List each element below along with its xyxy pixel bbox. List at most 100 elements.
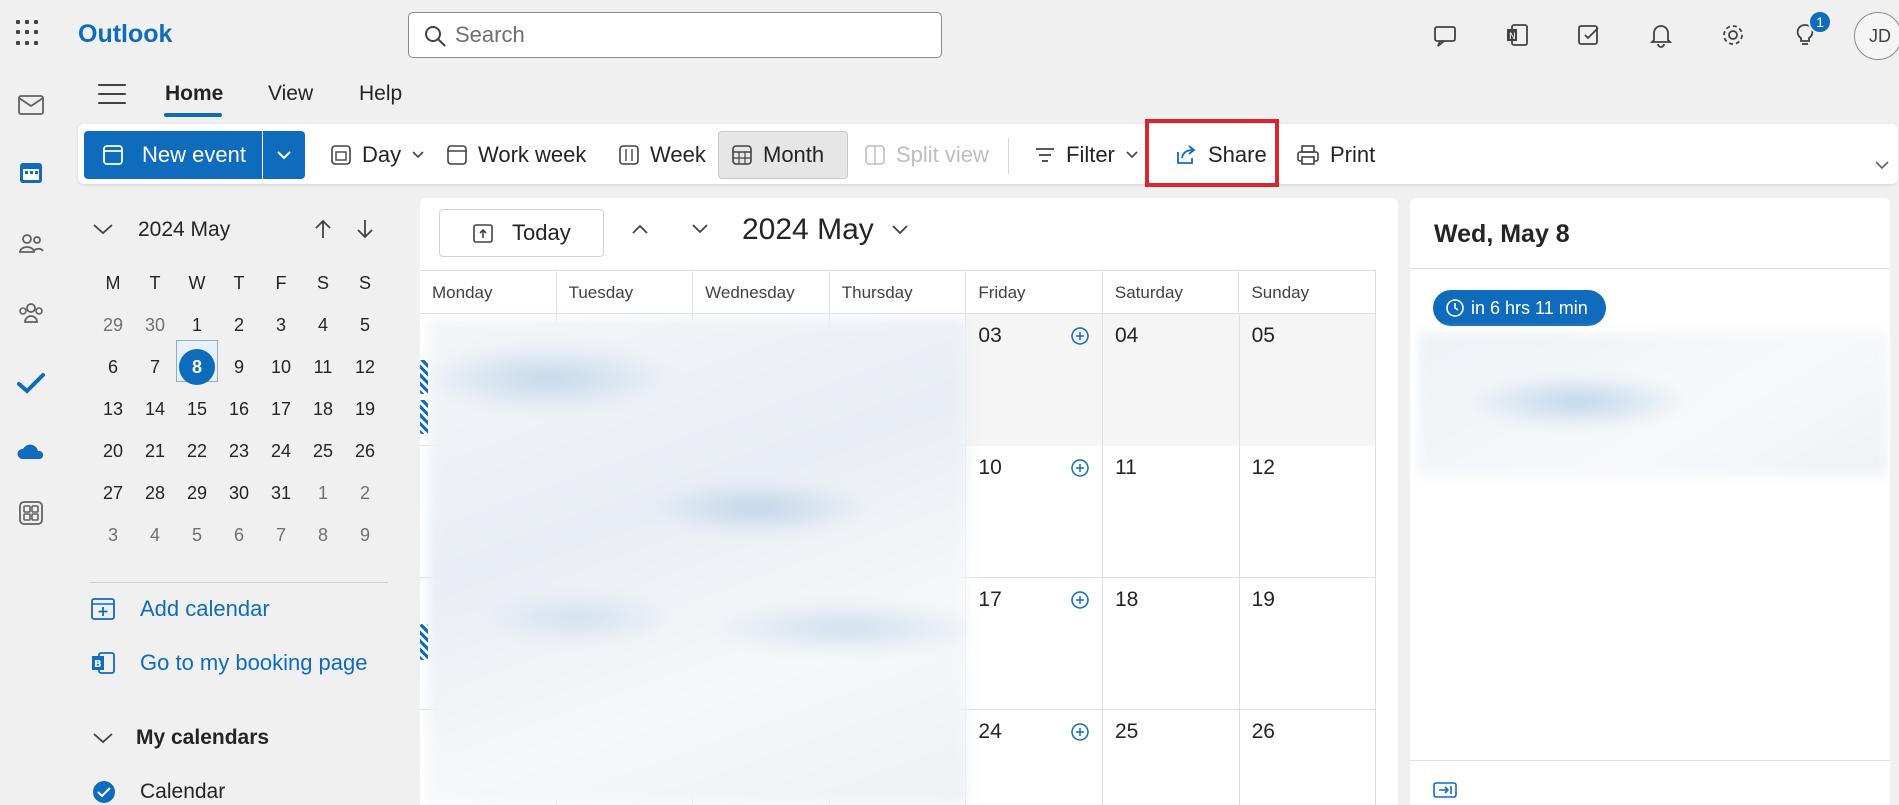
day-cell[interactable]: 12 bbox=[1240, 446, 1377, 578]
countdown-pill[interactable]: in 6 hrs 11 min bbox=[1433, 290, 1606, 326]
groups-icon[interactable] bbox=[12, 294, 50, 332]
day-cell[interactable]: 24 bbox=[966, 710, 1103, 805]
tab-home[interactable]: Home bbox=[165, 82, 223, 106]
search-box[interactable] bbox=[408, 12, 942, 58]
day-cell[interactable]: 26 bbox=[1240, 710, 1377, 805]
mini-day[interactable]: 31 bbox=[260, 472, 302, 514]
mini-day[interactable]: 18 bbox=[302, 388, 344, 430]
mini-day[interactable]: 9 bbox=[218, 346, 260, 388]
arrow-up-icon[interactable] bbox=[312, 218, 334, 240]
work-week-view-button[interactable]: Work week bbox=[434, 131, 598, 179]
next-month-chevron-icon[interactable] bbox=[690, 222, 710, 236]
mini-calendar-title[interactable]: 2024 May bbox=[138, 218, 230, 242]
booking-page-link[interactable]: B Go to my booking page bbox=[90, 650, 367, 676]
filter-button[interactable]: Filter bbox=[1022, 131, 1151, 179]
day-cell[interactable]: 17 bbox=[966, 578, 1103, 710]
mini-day[interactable]: 21 bbox=[134, 430, 176, 472]
todo-icon[interactable] bbox=[12, 364, 50, 402]
week-view-button[interactable]: Week bbox=[606, 131, 718, 179]
day-cell[interactable]: 11 bbox=[1103, 446, 1240, 578]
mini-day[interactable]: 25 bbox=[302, 430, 344, 472]
checkmark-circle-icon[interactable] bbox=[92, 780, 116, 804]
print-button[interactable]: Print bbox=[1284, 131, 1387, 179]
ribbon-expand-chevron-icon[interactable] bbox=[1874, 160, 1890, 170]
day-cell[interactable]: 03 bbox=[966, 314, 1103, 446]
mini-day[interactable]: 20 bbox=[92, 430, 134, 472]
mini-day[interactable]: 11 bbox=[302, 346, 344, 388]
add-event-icon[interactable] bbox=[1070, 458, 1090, 478]
mini-day[interactable]: 29 bbox=[92, 304, 134, 346]
month-title[interactable]: 2024 May bbox=[742, 213, 910, 247]
expand-pane-icon[interactable] bbox=[1432, 780, 1458, 800]
mail-icon[interactable] bbox=[12, 86, 50, 124]
gear-icon[interactable] bbox=[1716, 18, 1750, 52]
tab-help[interactable]: Help bbox=[359, 82, 402, 106]
onedrive-icon[interactable] bbox=[12, 432, 50, 470]
mini-day[interactable]: 12 bbox=[344, 346, 386, 388]
mini-day[interactable]: 19 bbox=[344, 388, 386, 430]
mini-day[interactable]: 23 bbox=[218, 430, 260, 472]
people-icon[interactable] bbox=[12, 224, 50, 262]
avatar[interactable]: JD bbox=[1854, 12, 1899, 60]
mini-day[interactable]: 7 bbox=[260, 514, 302, 556]
mini-day[interactable]: 3 bbox=[92, 514, 134, 556]
mini-day[interactable]: 3 bbox=[260, 304, 302, 346]
mini-day[interactable]: 2 bbox=[218, 304, 260, 346]
tab-view[interactable]: View bbox=[268, 82, 313, 106]
mini-day[interactable]: 26 bbox=[344, 430, 386, 472]
calendar-list-item[interactable]: Calendar bbox=[92, 780, 225, 804]
mini-day[interactable]: 28 bbox=[134, 472, 176, 514]
arrow-down-icon[interactable] bbox=[354, 218, 376, 240]
mini-day[interactable]: 29 bbox=[176, 472, 218, 514]
mini-day[interactable]: 9 bbox=[344, 514, 386, 556]
event-marker[interactable] bbox=[420, 360, 428, 394]
mini-day[interactable]: 6 bbox=[92, 346, 134, 388]
my-calendars-header[interactable]: My calendars bbox=[92, 726, 269, 750]
mini-day[interactable]: 30 bbox=[134, 304, 176, 346]
previous-month-chevron-icon[interactable] bbox=[630, 222, 650, 236]
mini-day-today-cell[interactable]: 8 bbox=[176, 346, 218, 388]
collapse-chevron-icon[interactable] bbox=[92, 222, 114, 236]
todo-note-icon[interactable] bbox=[1572, 18, 1606, 52]
add-event-icon[interactable] bbox=[1070, 590, 1090, 610]
mini-day[interactable]: 30 bbox=[218, 472, 260, 514]
mini-day-today[interactable]: 8 bbox=[179, 349, 215, 385]
app-launcher-icon[interactable] bbox=[16, 20, 42, 46]
mini-day[interactable]: 4 bbox=[134, 514, 176, 556]
event-marker[interactable] bbox=[420, 400, 428, 434]
add-calendar-link[interactable]: Add calendar bbox=[90, 596, 270, 622]
split-view-button[interactable]: Split view bbox=[852, 131, 1001, 179]
add-event-icon[interactable] bbox=[1070, 326, 1090, 346]
add-event-icon[interactable] bbox=[1070, 722, 1090, 742]
onenote-icon[interactable]: N bbox=[1500, 18, 1534, 52]
mini-day[interactable]: 24 bbox=[260, 430, 302, 472]
mini-day[interactable]: 7 bbox=[134, 346, 176, 388]
day-cell[interactable]: 05 bbox=[1239, 314, 1377, 446]
mini-day[interactable]: 10 bbox=[260, 346, 302, 388]
day-cell[interactable]: 18 bbox=[1103, 578, 1240, 710]
mini-day[interactable]: 13 bbox=[92, 388, 134, 430]
mini-day[interactable]: 1 bbox=[302, 472, 344, 514]
hamburger-icon[interactable] bbox=[98, 84, 126, 106]
mini-day[interactable]: 5 bbox=[176, 514, 218, 556]
mini-day[interactable]: 14 bbox=[134, 388, 176, 430]
search-input[interactable] bbox=[455, 21, 925, 49]
day-cell[interactable]: 04 bbox=[1103, 314, 1240, 446]
event-marker[interactable] bbox=[420, 624, 428, 660]
day-view-button[interactable]: Day bbox=[318, 131, 437, 179]
day-cell[interactable]: 19 bbox=[1240, 578, 1377, 710]
mini-day[interactable]: 5 bbox=[344, 304, 386, 346]
calendar-icon[interactable] bbox=[12, 154, 50, 192]
bell-icon[interactable] bbox=[1644, 18, 1678, 52]
mini-day[interactable]: 6 bbox=[218, 514, 260, 556]
more-apps-icon[interactable] bbox=[12, 494, 50, 532]
new-event-button[interactable]: New event bbox=[84, 131, 262, 179]
day-cell[interactable]: 10 bbox=[966, 446, 1103, 578]
chat-icon[interactable] bbox=[1428, 18, 1462, 52]
mini-day[interactable]: 27 bbox=[92, 472, 134, 514]
new-event-dropdown[interactable] bbox=[263, 131, 305, 179]
day-cell[interactable]: 25 bbox=[1103, 710, 1240, 805]
mini-day[interactable]: 16 bbox=[218, 388, 260, 430]
mini-day[interactable]: 15 bbox=[176, 388, 218, 430]
mini-day[interactable]: 1 bbox=[176, 304, 218, 346]
